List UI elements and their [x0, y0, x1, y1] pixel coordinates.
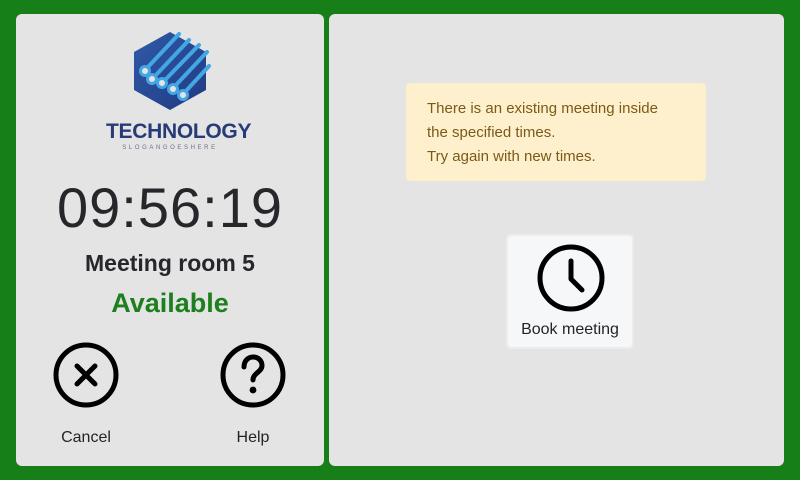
logo-wordmark: TECHNOLOGY [106, 120, 252, 143]
cancel-button[interactable]: Cancel [31, 342, 141, 452]
room-status: Available [111, 288, 229, 318]
booking-panel: There is an existing meeting inside the … [329, 14, 784, 466]
company-logo: TECHNOLOGY SLOGANGOESHERE [106, 28, 252, 152]
current-time: 09:56:19 [57, 176, 283, 239]
alert-line: There is an existing meeting inside [427, 100, 658, 117]
circuit-hexagon-icon [134, 32, 211, 110]
alert-line: the specified times. [427, 124, 556, 141]
book-meeting-button[interactable]: Book meeting [506, 234, 634, 349]
help-label: Help [236, 429, 270, 446]
logo-slogan: SLOGANGOESHERE [122, 145, 218, 151]
cancel-label: Cancel [61, 429, 111, 446]
meeting-conflict-alert: There is an existing meeting inside the … [406, 83, 706, 181]
room-info-panel: TECHNOLOGY SLOGANGOESHERE 09:56:19 Meeti… [16, 14, 324, 466]
alert-line: Try again with new times. [427, 148, 596, 165]
help-button[interactable]: Help [198, 342, 308, 452]
room-name: Meeting room 5 [85, 250, 255, 276]
question-circle-icon [220, 342, 286, 408]
close-circle-icon [53, 342, 119, 408]
clock-icon [537, 244, 605, 312]
book-meeting-label: Book meeting [521, 321, 619, 338]
